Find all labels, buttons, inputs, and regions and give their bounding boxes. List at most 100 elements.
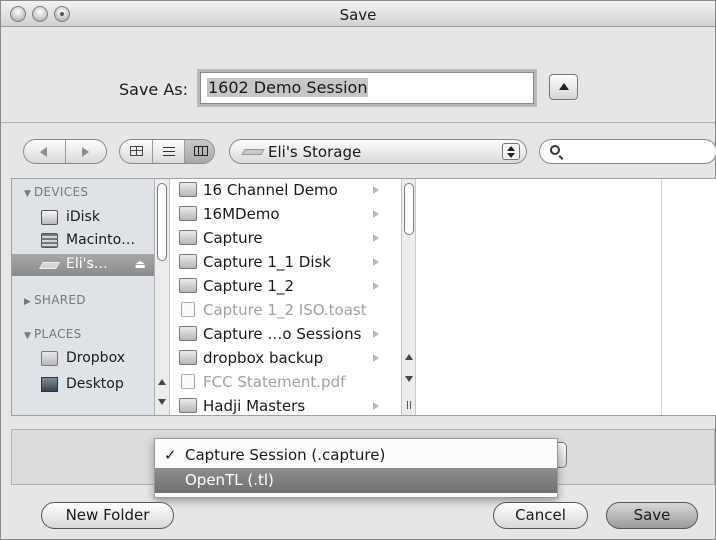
list-view-button[interactable] (152, 140, 184, 163)
file-row: FCC Statement.pdf (171, 371, 401, 394)
disclosure-triangle-icon: ▶ (24, 297, 32, 307)
scroll-down-icon[interactable] (405, 376, 413, 382)
file-row[interactable]: Capture 1_2 (171, 275, 401, 298)
checkmark-icon: ✓ (164, 446, 177, 464)
document-icon (181, 302, 195, 317)
idisk-icon (41, 210, 58, 225)
file-name: Capture 1_2 ISO.toast (203, 301, 367, 319)
scroll-down-icon[interactable] (158, 399, 166, 405)
sidebar-section-devices[interactable]: ▼ DEVICES (24, 185, 88, 199)
sidebar-item-macintosh-hd[interactable]: Macinto… (12, 230, 154, 252)
file-name: FCC Statement.pdf (203, 373, 346, 391)
file-row[interactable]: dropbox backup (171, 347, 401, 370)
sidebar-section-shared[interactable]: ▶ SHARED (24, 293, 86, 307)
sidebar-item-elis-storage[interactable]: Eli's… ⏏ (12, 254, 154, 276)
view-mode-buttons (119, 139, 215, 164)
column-view-icon (193, 146, 208, 156)
file-row[interactable]: 16 Channel Demo (171, 179, 401, 202)
menu-item-capture-session[interactable]: ✓ Capture Session (.capture) (155, 443, 557, 468)
folder-icon (179, 398, 197, 413)
forward-button[interactable] (66, 140, 107, 163)
empty-column (662, 179, 716, 415)
save-as-field[interactable]: 1602 Demo Session (200, 72, 534, 104)
eject-icon[interactable]: ⏏ (135, 257, 146, 271)
section-label: SHARED (34, 293, 86, 307)
menu-item-opentl[interactable]: OpenTL (.tl) (155, 468, 557, 493)
file-name: Capture 1_2 (203, 277, 294, 295)
file-row[interactable]: Hadji Masters (171, 395, 401, 418)
file-row: Capture 1_2 ISO.toast (171, 299, 401, 322)
new-folder-button[interactable]: New Folder (41, 502, 174, 529)
external-drive-icon (241, 149, 265, 155)
save-dialog: Save Save As: 1602 Demo Session Eli's St… (0, 0, 716, 540)
file-row[interactable]: 16MDemo (171, 203, 401, 226)
file-row[interactable]: Capture 1_1 Disk (171, 251, 401, 274)
folder-icon (179, 254, 197, 269)
folder-icon (179, 230, 197, 245)
file-row[interactable]: Capture (171, 227, 401, 250)
disclosure-arrow-icon (373, 402, 379, 410)
folder-icon (179, 278, 197, 293)
folder-icon (179, 350, 197, 365)
section-label: PLACES (34, 327, 82, 341)
disclosure-arrow-icon (373, 330, 379, 338)
window-title: Save (339, 6, 377, 24)
folder-icon (179, 326, 197, 341)
list-view-icon (162, 147, 175, 156)
title-bar[interactable]: Save (1, 1, 715, 27)
disclosure-arrow-icon (373, 282, 379, 290)
popup-stepper-icon (502, 143, 520, 160)
save-as-label: Save As: (119, 80, 189, 99)
file-name: Capture (203, 229, 263, 247)
icon-view-icon (129, 146, 143, 156)
scrollbar-thumb[interactable] (157, 183, 167, 261)
external-drive-icon (38, 262, 61, 269)
folder-icon (179, 206, 197, 221)
disclosure-triangle-icon: ▼ (24, 189, 32, 199)
file-name: dropbox backup (203, 349, 324, 367)
scrollbar-thumb[interactable] (404, 183, 414, 235)
navigation-buttons (23, 139, 107, 164)
sidebar-item-label: iDisk (66, 209, 100, 225)
folder-icon (41, 351, 58, 366)
disclosure-arrow-icon (373, 186, 379, 194)
back-button[interactable] (24, 140, 65, 163)
column-view-button[interactable] (184, 140, 214, 163)
file-browser: ▼ DEVICES iDisk Macinto… Eli's… ⏏ ▶ SHARED … (11, 178, 716, 416)
sidebar-item-idisk[interactable]: iDisk (12, 207, 154, 229)
sidebar-scrollbar[interactable] (155, 179, 170, 415)
cancel-button[interactable]: Cancel (493, 502, 588, 529)
pdf-icon (181, 374, 195, 389)
menu-item-label: OpenTL (.tl) (185, 471, 274, 489)
scroll-up-icon[interactable] (405, 354, 413, 360)
file-column-scrollbar[interactable] (401, 179, 416, 415)
location-popup[interactable]: Eli's Storage (229, 139, 527, 164)
icon-view-button[interactable] (120, 140, 152, 163)
sidebar-item-label: Macinto… (66, 232, 136, 248)
section-label: DEVICES (34, 185, 89, 199)
search-input[interactable] (539, 139, 716, 164)
scroll-up-icon[interactable] (158, 379, 166, 385)
disclosure-arrow-icon (373, 354, 379, 362)
save-button[interactable]: Save (606, 502, 698, 529)
sidebar-item-desktop[interactable]: Desktop (12, 374, 154, 396)
empty-column (417, 179, 662, 415)
file-column: 16 Channel Demo 16MDemo Capture Capture … (171, 179, 401, 415)
file-name: 16MDemo (203, 205, 280, 223)
sidebar-item-label: Desktop (66, 376, 124, 392)
folder-icon (179, 182, 197, 197)
file-row[interactable]: Capture …o Sessions (171, 323, 401, 346)
column-resize-handle[interactable] (407, 401, 411, 409)
location-label: Eli's Storage (268, 143, 362, 161)
divider (1, 122, 715, 123)
sidebar-item-dropbox[interactable]: Dropbox (12, 348, 154, 370)
disclosure-arrow-icon (373, 258, 379, 266)
sidebar-section-places[interactable]: ▼ PLACES (24, 327, 82, 341)
sidebar: ▼ DEVICES iDisk Macinto… Eli's… ⏏ ▶ SHARED … (12, 179, 155, 415)
expand-dialog-button[interactable] (549, 74, 578, 100)
file-name: Capture …o Sessions (203, 325, 362, 343)
desktop-icon (41, 377, 58, 392)
sidebar-item-label: Eli's… (66, 256, 108, 272)
file-name: Capture 1_1 Disk (203, 253, 331, 271)
file-name: 16 Channel Demo (203, 181, 338, 199)
